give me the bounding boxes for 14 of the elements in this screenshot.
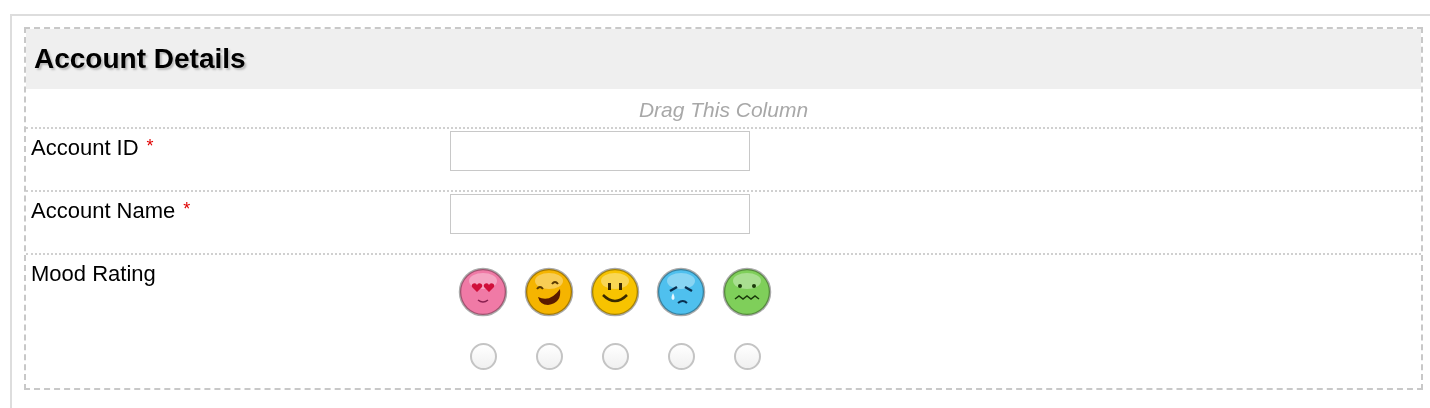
input-field[interactable] (450, 194, 750, 234)
field-label: Account ID (31, 134, 139, 162)
field-label: Mood Rating (31, 260, 156, 288)
required-mark: * (146, 135, 154, 158)
radio-button[interactable] (601, 343, 629, 370)
radio-button[interactable] (733, 343, 761, 370)
input-field[interactable] (450, 131, 750, 171)
radio-button[interactable] (469, 343, 497, 370)
required-mark: * (183, 198, 191, 221)
radio-button[interactable] (667, 343, 695, 370)
drag-hint: Drag This Column (638, 96, 809, 123)
radio-button[interactable] (535, 343, 563, 370)
section-title: Account Details (34, 42, 246, 76)
field-label: Account Name (31, 197, 176, 225)
